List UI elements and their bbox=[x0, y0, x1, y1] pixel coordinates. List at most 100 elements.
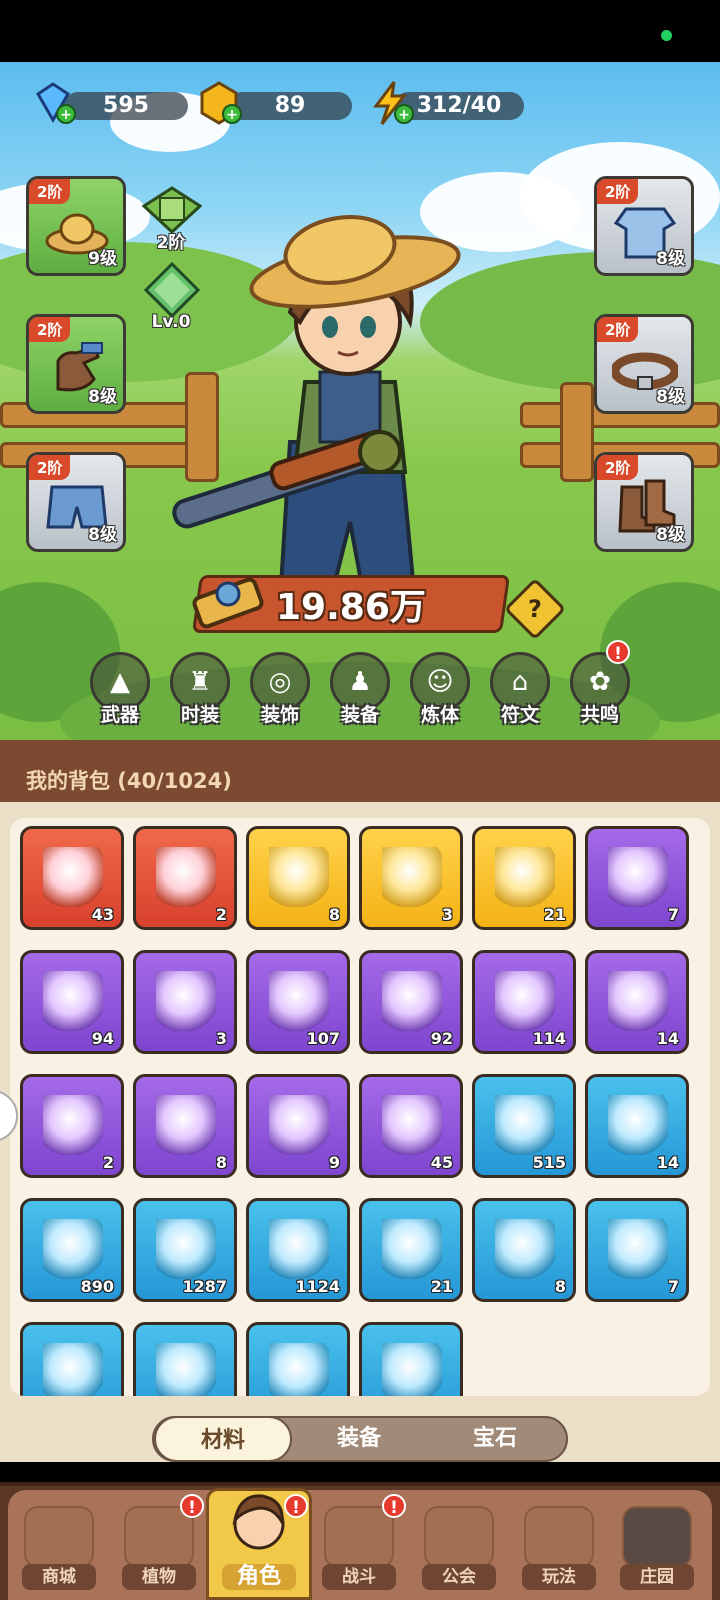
blue-potion-icon bbox=[382, 1219, 442, 1279]
bag-item[interactable]: 515 bbox=[472, 1074, 576, 1178]
bag-item[interactable] bbox=[246, 1322, 350, 1396]
bag-item[interactable]: 1124 bbox=[246, 1198, 350, 1302]
bag-item[interactable]: 3 bbox=[359, 826, 463, 930]
func-outfit[interactable]: ♜ 时装 bbox=[166, 652, 234, 727]
nav-label: 玩法 bbox=[522, 1564, 596, 1590]
equip-slot-shirt[interactable]: 2阶 8级 bbox=[594, 176, 694, 276]
bag-item[interactable]: 92 bbox=[359, 950, 463, 1054]
item-count: 45 bbox=[430, 1153, 453, 1172]
bag-item[interactable]: 114 bbox=[472, 950, 576, 1054]
func-body-refine[interactable]: ☺ 炼体 bbox=[406, 652, 474, 727]
item-count: 94 bbox=[91, 1029, 114, 1048]
bag-item[interactable]: 43 bbox=[20, 826, 124, 930]
character-alert-badge: ! bbox=[284, 1494, 308, 1518]
nav-manor[interactable]: 庄园 bbox=[612, 1500, 702, 1594]
equip-slot-hat[interactable]: 2阶 9级 bbox=[26, 176, 126, 276]
equip-slot-boots[interactable]: 2阶 8级 bbox=[594, 452, 694, 552]
bag-item[interactable]: 8 bbox=[246, 826, 350, 930]
bag-item[interactable]: 7 bbox=[585, 826, 689, 930]
func-resonance[interactable]: ✿ 共鸣 bbox=[566, 652, 634, 727]
gold-orb-icon bbox=[269, 1219, 329, 1279]
bag-item[interactable] bbox=[359, 1322, 463, 1396]
green-scroll-icon bbox=[43, 971, 103, 1031]
equip-slot-shorts[interactable]: 2阶 8级 bbox=[26, 452, 126, 552]
guild-castle-icon bbox=[424, 1506, 494, 1568]
character-portrait-icon bbox=[232, 1494, 285, 1550]
item-count: 8 bbox=[554, 1277, 566, 1296]
bag-item[interactable]: 14 bbox=[585, 1074, 689, 1178]
nav-guild[interactable]: 公会 bbox=[414, 1500, 504, 1594]
tab-gems[interactable]: 宝石 bbox=[426, 1416, 564, 1462]
equip-slot-belt[interactable]: 2阶 8级 bbox=[594, 314, 694, 414]
func-rune[interactable]: ⌂ 符文 bbox=[486, 652, 554, 727]
item-count: 515 bbox=[532, 1153, 566, 1172]
svg-text:+: + bbox=[60, 107, 72, 123]
bag-item[interactable]: 94 bbox=[20, 950, 124, 1054]
bag-grid: 43 2 8 3 21 7 94 3 107 92 114 14 2 8 9 45 515 14 890 1287 11… bbox=[10, 818, 710, 1396]
tab-equipment[interactable]: 装备 bbox=[290, 1416, 428, 1462]
gem-level-label: Lv.0 bbox=[151, 312, 191, 332]
bag-item[interactable]: 21 bbox=[359, 1198, 463, 1302]
coin-counter: 89 bbox=[228, 92, 352, 120]
coin-add-icon[interactable]: + bbox=[196, 80, 242, 126]
item-count: 7 bbox=[667, 1277, 679, 1296]
item-count: 1287 bbox=[182, 1277, 227, 1296]
bag-item[interactable] bbox=[133, 1322, 237, 1396]
func-label: 装饰 bbox=[260, 704, 299, 726]
red-potion-icon bbox=[156, 847, 216, 907]
bag-item[interactable]: 890 bbox=[20, 1198, 124, 1302]
question-mark-icon: ? bbox=[528, 595, 542, 623]
energy-add-icon[interactable]: + bbox=[368, 80, 414, 126]
bag-item[interactable]: 7 bbox=[585, 1198, 689, 1302]
purple-scroll-icon bbox=[156, 971, 216, 1031]
gem-slot-icon[interactable] bbox=[142, 262, 202, 318]
gold-scroll-icon bbox=[495, 971, 555, 1031]
lock-icon bbox=[622, 1506, 692, 1568]
blueprint-icon bbox=[43, 1343, 103, 1396]
level-label: 8级 bbox=[656, 387, 685, 407]
bag-item[interactable] bbox=[20, 1322, 124, 1396]
camera-indicator-icon bbox=[661, 30, 672, 41]
bag-item[interactable]: 107 bbox=[246, 950, 350, 1054]
bag-item[interactable]: 1287 bbox=[133, 1198, 237, 1302]
equip-slot-gloves[interactable]: 2阶 8级 bbox=[26, 314, 126, 414]
bag-item[interactable]: 8 bbox=[133, 1074, 237, 1178]
bag-item[interactable]: 45 bbox=[359, 1074, 463, 1178]
nav-shop[interactable]: 商城 bbox=[14, 1500, 104, 1594]
nav-label: 庄园 bbox=[620, 1564, 694, 1590]
bag-item[interactable]: 2 bbox=[20, 1074, 124, 1178]
diamond-add-icon[interactable]: + bbox=[30, 80, 76, 126]
shirt-blueprint-icon bbox=[608, 1219, 668, 1279]
purple-potion-icon bbox=[608, 971, 668, 1031]
level-label: 8级 bbox=[88, 525, 117, 545]
func-decoration[interactable]: ◎ 装饰 bbox=[246, 652, 314, 727]
bag-item[interactable]: 2 bbox=[133, 826, 237, 930]
blue-orb-icon bbox=[43, 1219, 103, 1279]
func-label: 炼体 bbox=[420, 704, 459, 726]
fire-orb-icon bbox=[156, 1219, 216, 1279]
bag-item[interactable]: 14 bbox=[585, 950, 689, 1054]
nav-gameplay[interactable]: 玩法 bbox=[514, 1500, 604, 1594]
level-label: 8级 bbox=[656, 249, 685, 269]
item-count: 92 bbox=[430, 1029, 453, 1048]
blueprint-icon bbox=[269, 1343, 329, 1396]
bag-item[interactable]: 3 bbox=[133, 950, 237, 1054]
item-count: 8 bbox=[215, 1153, 227, 1172]
func-equipment[interactable]: ♟ 装备 bbox=[326, 652, 394, 727]
func-weapon[interactable]: ▲ 武器 bbox=[86, 652, 154, 727]
level-label: 8级 bbox=[656, 525, 685, 545]
resonance-alert-badge: ! bbox=[606, 640, 630, 664]
item-count: 1124 bbox=[295, 1277, 340, 1296]
nav-label: 角色 bbox=[222, 1564, 296, 1590]
tab-materials[interactable]: 材料 bbox=[154, 1416, 292, 1462]
bag-item[interactable]: 21 bbox=[472, 826, 576, 930]
bag-item[interactable]: 9 bbox=[246, 1074, 350, 1178]
item-count: 3 bbox=[215, 1029, 227, 1048]
card-tier-label: 2阶 bbox=[156, 233, 186, 253]
item-count: 3 bbox=[441, 905, 453, 924]
red-scroll-icon bbox=[382, 971, 442, 1031]
bag-item[interactable]: 8 bbox=[472, 1198, 576, 1302]
item-count: 14 bbox=[656, 1153, 679, 1172]
svg-text:+: + bbox=[226, 107, 238, 123]
blue-book-icon bbox=[382, 1343, 442, 1396]
